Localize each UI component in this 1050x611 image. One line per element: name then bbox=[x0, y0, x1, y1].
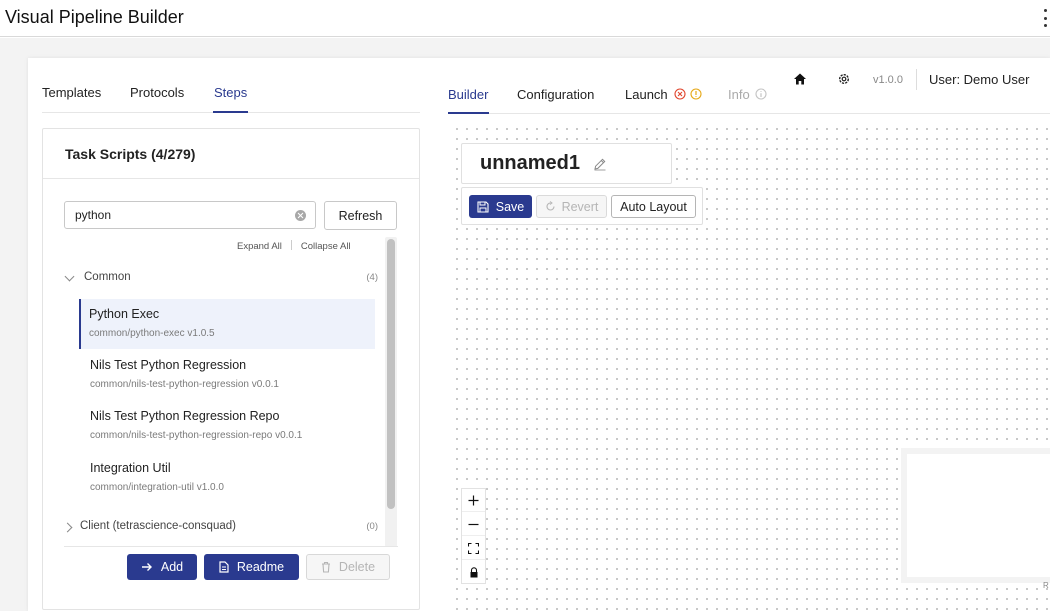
script-path: common/integration-util v1.0.0 bbox=[90, 482, 224, 493]
tab-launch[interactable]: Launch bbox=[625, 87, 702, 102]
pipeline-name[interactable]: unnamed1 bbox=[480, 152, 580, 175]
minimap-corner-text: R bbox=[1043, 581, 1049, 590]
fit-view-button[interactable] bbox=[462, 537, 485, 560]
app-header: Visual Pipeline Builder bbox=[0, 0, 1050, 37]
delete-button-label: Delete bbox=[338, 560, 376, 574]
script-name: Nils Test Python Regression bbox=[90, 358, 247, 372]
chevron-down-icon bbox=[64, 271, 75, 282]
save-button[interactable]: Save bbox=[469, 195, 532, 218]
tab-info[interactable]: Info bbox=[728, 87, 767, 102]
list-item[interactable]: Integration Util common/integration-util… bbox=[79, 453, 375, 503]
revert-icon bbox=[546, 201, 555, 211]
pipeline-name-box: unnamed1 bbox=[461, 143, 672, 184]
save-icon bbox=[477, 200, 489, 213]
readme-button-label: Readme bbox=[236, 560, 285, 574]
clear-search-icon[interactable] bbox=[295, 210, 306, 221]
delete-button[interactable]: Delete bbox=[306, 554, 390, 580]
active-tab-indicator bbox=[213, 111, 248, 113]
info-icon bbox=[755, 88, 767, 100]
pipeline-toolbar: Save Revert Auto Layout bbox=[461, 187, 703, 225]
version-label: v1.0.0 bbox=[873, 74, 903, 86]
divider bbox=[43, 178, 419, 179]
more-menu-icon[interactable] bbox=[1042, 9, 1048, 27]
divider bbox=[290, 240, 292, 250]
search-box bbox=[64, 201, 316, 229]
error-icon bbox=[674, 88, 686, 100]
fit-view-icon bbox=[468, 542, 479, 554]
list-item[interactable]: Nils Test Python Regression Repo common/… bbox=[79, 401, 375, 451]
chevron-right-icon bbox=[62, 522, 73, 533]
minus-icon bbox=[468, 523, 479, 525]
refresh-button[interactable]: Refresh bbox=[324, 201, 397, 230]
tab-protocols[interactable]: Protocols bbox=[130, 85, 184, 100]
add-button[interactable]: Add bbox=[127, 554, 197, 580]
group-client[interactable]: Client (tetrascience-consquad) (0) bbox=[60, 518, 382, 538]
group-count: (0) bbox=[366, 521, 378, 532]
document-icon bbox=[219, 561, 229, 573]
tab-configuration[interactable]: Configuration bbox=[517, 87, 594, 102]
gear-icon[interactable] bbox=[837, 72, 851, 86]
warning-icon bbox=[690, 88, 702, 100]
script-name: Nils Test Python Regression Repo bbox=[90, 409, 280, 423]
user-label[interactable]: User: Demo User bbox=[929, 72, 1029, 87]
script-path: common/python-exec v1.0.5 bbox=[89, 328, 215, 339]
zoom-out-button[interactable] bbox=[462, 513, 485, 536]
save-button-label: Save bbox=[495, 199, 525, 214]
search-input[interactable] bbox=[75, 207, 285, 223]
collapse-all-link[interactable]: Collapse All bbox=[301, 241, 351, 252]
script-tree: Common (4) Python Exec common/python-exe… bbox=[60, 263, 382, 545]
readme-button[interactable]: Readme bbox=[204, 554, 299, 580]
active-tab-indicator bbox=[448, 112, 489, 114]
script-name: Python Exec bbox=[89, 307, 160, 321]
app-title: Visual Pipeline Builder bbox=[5, 7, 184, 27]
lock-button[interactable] bbox=[462, 561, 485, 584]
plus-icon bbox=[468, 495, 479, 505]
script-path: common/nils-test-python-regression-repo … bbox=[90, 430, 303, 441]
group-label: Client (tetrascience-consquad) bbox=[80, 520, 236, 532]
minimap-viewport bbox=[907, 454, 1050, 577]
group-label: Common bbox=[84, 271, 131, 283]
tab-info-label: Info bbox=[728, 87, 750, 102]
left-tabs: Templates Protocols Steps bbox=[42, 78, 420, 113]
list-item[interactable]: Python Exec common/python-exec v1.0.5 bbox=[79, 299, 375, 349]
minimap[interactable] bbox=[901, 448, 1050, 583]
tab-steps[interactable]: Steps bbox=[214, 85, 247, 100]
home-icon[interactable] bbox=[793, 72, 807, 86]
group-common[interactable]: Common (4) bbox=[60, 269, 382, 289]
zoom-controls bbox=[461, 488, 486, 584]
panel-title: Task Scripts (4/279) bbox=[65, 146, 196, 162]
auto-layout-button[interactable]: Auto Layout bbox=[611, 195, 696, 218]
expand-collapse-links: Expand All Collapse All bbox=[237, 240, 351, 252]
lock-icon bbox=[470, 567, 477, 578]
scrollbar-thumb[interactable] bbox=[387, 239, 395, 509]
revert-button[interactable]: Revert bbox=[536, 195, 607, 218]
group-count: (4) bbox=[366, 272, 378, 283]
script-name: Integration Util bbox=[90, 461, 171, 475]
tab-builder[interactable]: Builder bbox=[448, 87, 488, 102]
pencil-icon[interactable] bbox=[593, 157, 607, 171]
divider bbox=[64, 546, 398, 547]
expand-all-link[interactable]: Expand All bbox=[237, 241, 282, 252]
tab-templates[interactable]: Templates bbox=[42, 85, 101, 100]
scrollbar[interactable] bbox=[385, 237, 397, 547]
divider bbox=[916, 69, 917, 90]
task-scripts-panel: Task Scripts (4/279) Refresh Expand All C… bbox=[42, 128, 420, 610]
arrow-right-icon bbox=[141, 563, 152, 571]
script-path: common/nils-test-python-regression v0.0.… bbox=[90, 379, 279, 390]
revert-button-label: Revert bbox=[561, 199, 599, 214]
zoom-in-button[interactable] bbox=[462, 489, 485, 512]
trash-icon bbox=[321, 561, 330, 573]
tab-launch-label: Launch bbox=[625, 87, 668, 102]
add-button-label: Add bbox=[160, 560, 184, 574]
list-item[interactable]: Nils Test Python Regression common/nils-… bbox=[79, 350, 375, 400]
